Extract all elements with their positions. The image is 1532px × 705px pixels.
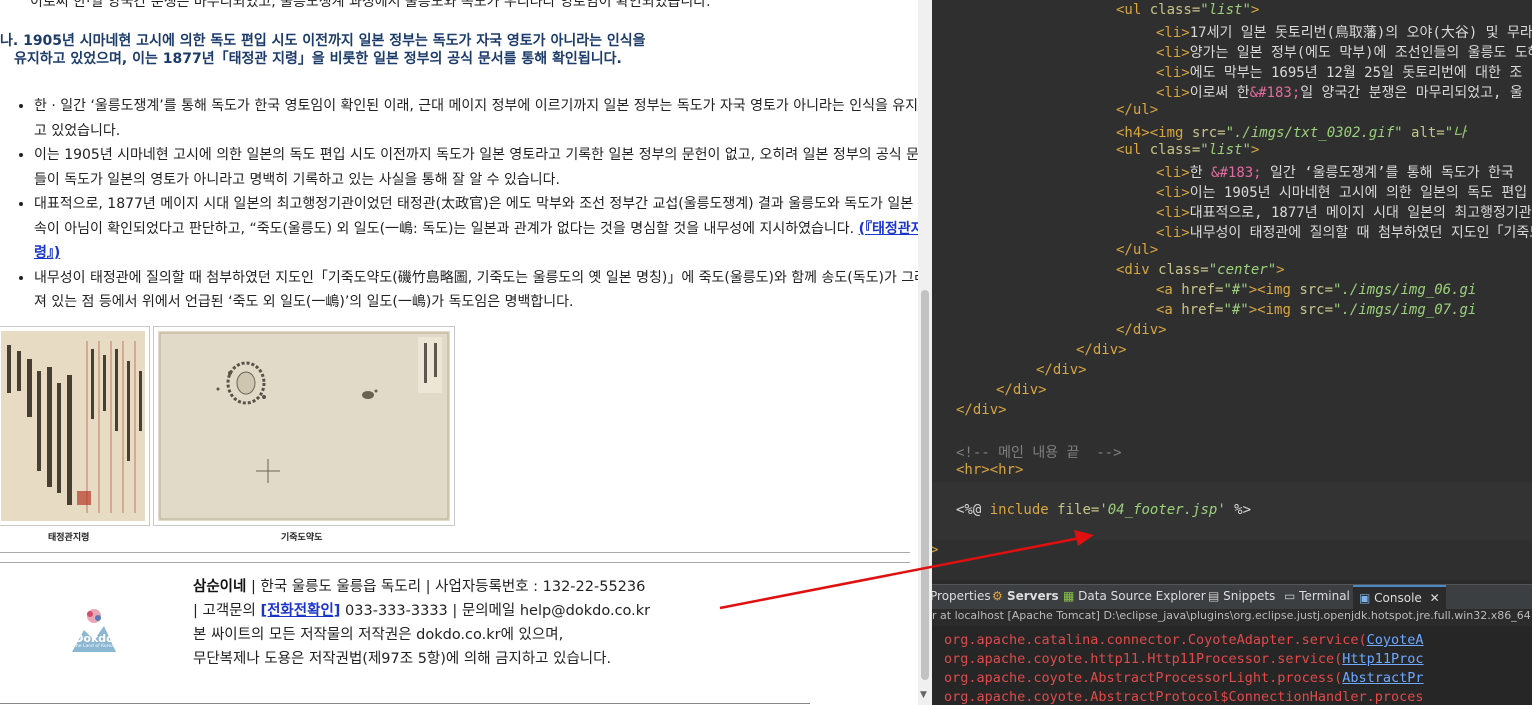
gijukdo-map-image[interactable] bbox=[153, 326, 455, 526]
logo-subtext: the Land of Korea bbox=[74, 644, 114, 649]
list-item: 한 · 일간 ‘울릉도쟁계’를 통해 독도가 한국 영토임이 확인된 이래, 근… bbox=[34, 94, 918, 143]
scroll-down-icon[interactable]: ▼ bbox=[920, 690, 927, 700]
code-line: </ul> bbox=[1116, 102, 1159, 118]
browser-page: 이로써 한·일 양국간 분쟁은 마무리되었고, 울릉도쟁계 과정에서 울릉도와 … bbox=[0, 0, 918, 705]
page-scrollbar[interactable]: ▼ bbox=[918, 0, 932, 705]
footer-inquiry-label: | 고객문의 bbox=[193, 603, 261, 619]
code-line: <div class="center"> bbox=[1116, 262, 1285, 278]
tab-label: Snippets bbox=[1223, 589, 1276, 603]
snippets-icon: ▤ bbox=[1208, 589, 1220, 603]
scrollbar-thumb[interactable] bbox=[921, 290, 929, 680]
code-line: <hr><hr> bbox=[956, 462, 1024, 478]
ide-window: <ul class="list"> <li>17세기 일본 돗토리번(鳥取藩)의 … bbox=[932, 0, 1532, 705]
tab-terminal[interactable]: ▭ Terminal bbox=[1284, 589, 1350, 603]
console-output[interactable]: org.apache.catalina.connector.CoyoteAdap… bbox=[932, 626, 1532, 705]
code-line: <%@ include file='04_footer.jsp' %> bbox=[956, 502, 1252, 518]
console-error-line: org.apache.coyote.http11.Http11Processor… bbox=[944, 651, 1424, 667]
console-process-status: r at localhost [Apache Tomcat] D:\eclips… bbox=[932, 609, 1532, 625]
code-line: <li>이로써 한&#183;일 양국간 분쟁은 마무리되었고, 울 bbox=[1156, 85, 1523, 101]
code-line: <a href="#"><img src="./imgs/img_07.gi bbox=[1156, 302, 1477, 318]
code-line: <li>이는 1905년 시마네현 고시에 의한 일본의 독도 편입 bbox=[1156, 185, 1528, 201]
list-item: 이는 1905년 시마네현 고시에 의한 일본의 독도 편입 시도 이전까지 독… bbox=[34, 143, 918, 192]
code-line: <li>내무성이 태정관에 질의할 때 첨부하였던 지도인「기죽도 bbox=[1156, 225, 1532, 241]
code-line: </div> bbox=[1036, 362, 1087, 378]
heading-line-2: 유지하고 있었으며, 이는 1877년「태정관 지령」을 비롯한 일본 정부의 … bbox=[14, 51, 622, 67]
divider-line bbox=[0, 552, 910, 553]
code-line: <li>양가는 일본 정부(에도 막부)에 조선인들의 울릉도 도해 bbox=[1156, 45, 1532, 61]
console-error-line: org.apache.catalina.connector.CoyoteAdap… bbox=[944, 632, 1424, 648]
dokdo-logo[interactable]: Dokdo the Land of Korea bbox=[68, 606, 120, 656]
footer-line-1: 삼순이네 | 한국 울릉도 울릉읍 독도리 | 사업자등록번호 : 132-22… bbox=[193, 575, 650, 599]
code-line: </div> bbox=[1116, 322, 1167, 338]
code-line: <a href="#"><img src="./imgs/img_06.gi bbox=[1156, 282, 1477, 298]
divider-line bbox=[0, 703, 810, 704]
code-line: <li>한 &#183; 일간 ‘울릉도쟁계’를 통해 독도가 한국 bbox=[1156, 165, 1514, 181]
stack-trace-link[interactable]: Http11Proc bbox=[1342, 651, 1423, 667]
code-line: > bbox=[932, 542, 939, 558]
code-line: <!-- 메인 내용 끝 --> bbox=[956, 445, 1122, 461]
footer-line-4: 무단복제나 도용은 저작권법(제97조 5항)에 의해 금지하고 있습니다. bbox=[193, 651, 612, 667]
code-line: <h4><img src="./imgs/txt_0302.gif" alt="… bbox=[1116, 125, 1467, 141]
console-icon: ▣ bbox=[1359, 591, 1371, 605]
code-line: <li>17세기 일본 돗토리번(鳥取藩)의 오야(大谷) 및 무라 bbox=[1156, 25, 1532, 41]
code-line: <li>에도 막부는 1695년 12월 25일 돗토리번에 대한 조 bbox=[1156, 65, 1523, 81]
code-line: </div> bbox=[1076, 342, 1127, 358]
tab-label: Terminal bbox=[1299, 589, 1350, 603]
code-line: </div> bbox=[956, 402, 1007, 418]
panel-tab-bar: Properties ⚙ Servers ▦ Data Source Explo… bbox=[932, 584, 1532, 609]
code-line: </div> bbox=[996, 382, 1047, 398]
code-line: <li>대표적으로, 1877년 메이지 시대 일본의 최고행정기관 bbox=[1156, 205, 1532, 221]
image-caption-2: 기죽도약도 bbox=[281, 533, 323, 543]
stack-trace-link[interactable]: AbstractPr bbox=[1342, 670, 1423, 686]
close-icon[interactable]: ✕ bbox=[1430, 591, 1440, 605]
database-icon: ▦ bbox=[1063, 589, 1075, 603]
tab-snippets[interactable]: ▤ Snippets bbox=[1208, 589, 1275, 603]
tab-properties[interactable]: Properties bbox=[932, 589, 991, 603]
footer-line-3: 본 싸이트의 모든 저작물의 저작권은 dokdo.co.kr에 있으며, bbox=[193, 627, 564, 643]
code-editor[interactable]: <ul class="list"> <li>17세기 일본 돗토리번(鳥取藩)의 … bbox=[932, 0, 1532, 580]
list-item-text: 대표적으로, 1877년 메이지 시대 일본의 최고행정기관이었던 태정관(太政… bbox=[34, 196, 918, 237]
code-line: <ul class="list"> bbox=[1116, 2, 1260, 18]
tab-label: Properties bbox=[932, 589, 991, 603]
tab-label: Data Source Explorer bbox=[1078, 589, 1206, 603]
footer-line-2: | 고객문의 [전화전확인] 033-333-3333 | 문의메일 help@… bbox=[193, 599, 650, 623]
heading-line-1: 나. 1905년 시마네현 고시에 의한 독도 편입 시도 이전까지 일본 정부… bbox=[0, 33, 646, 49]
console-error-line: org.apache.coyote.AbstractProtocol$Conne… bbox=[944, 689, 1424, 705]
partial-text-line: 이로써 한·일 양국간 분쟁은 마무리되었고, 울릉도쟁계 과정에서 울릉도와 … bbox=[30, 0, 711, 10]
terminal-icon: ▭ bbox=[1284, 589, 1296, 603]
stack-trace-link[interactable]: CoyoteA bbox=[1367, 632, 1424, 648]
document-scan-graphic bbox=[1, 331, 145, 521]
map-scan-graphic bbox=[158, 331, 450, 521]
list-item: 내무성이 태정관에 질의할 때 첨부하였던 지도인「기죽도약도(磯竹島略圖, 기… bbox=[34, 266, 918, 315]
company-name: 삼순이네 bbox=[193, 579, 247, 595]
tab-console[interactable]: ▣ Console ✕ bbox=[1353, 585, 1446, 609]
servers-icon: ⚙ bbox=[992, 589, 1003, 603]
tab-label: Servers bbox=[1006, 589, 1059, 603]
tab-label: Console bbox=[1374, 591, 1422, 605]
content-list: 한 · 일간 ‘울릉도쟁계’를 통해 독도가 한국 영토임이 확인된 이래, 근… bbox=[8, 94, 918, 315]
list-item: 대표적으로, 1877년 메이지 시대 일본의 최고행정기관이었던 태정관(太政… bbox=[34, 192, 918, 266]
phone-confirm-link[interactable]: [전화전확인] bbox=[260, 603, 340, 619]
divider-line bbox=[0, 562, 910, 563]
tab-data-source-explorer[interactable]: ▦ Data Source Explorer bbox=[1063, 589, 1206, 603]
site-footer: 삼순이네 | 한국 울릉도 울릉읍 독도리 | 사업자등록번호 : 132-22… bbox=[193, 575, 650, 671]
footer-address: | 한국 울릉도 울릉읍 독도리 | 사업자등록번호 : 132-22-5523… bbox=[246, 579, 646, 595]
taejeonggwan-document-image[interactable] bbox=[0, 326, 150, 526]
code-line: </ul> bbox=[1116, 242, 1159, 258]
image-caption-1: 태정관지령 bbox=[48, 533, 90, 543]
console-error-line: org.apache.coyote.AbstractProcessorLight… bbox=[944, 670, 1424, 686]
code-line: <ul class="list"> bbox=[1116, 142, 1260, 158]
footer-contact: 033-333-3333 | 문의메일 help@dokdo.co.kr bbox=[340, 603, 651, 619]
section-heading: 나. 1905년 시마네현 고시에 의한 독도 편입 시도 이전까지 일본 정부… bbox=[0, 32, 900, 68]
tab-servers[interactable]: ⚙ Servers bbox=[992, 589, 1059, 603]
